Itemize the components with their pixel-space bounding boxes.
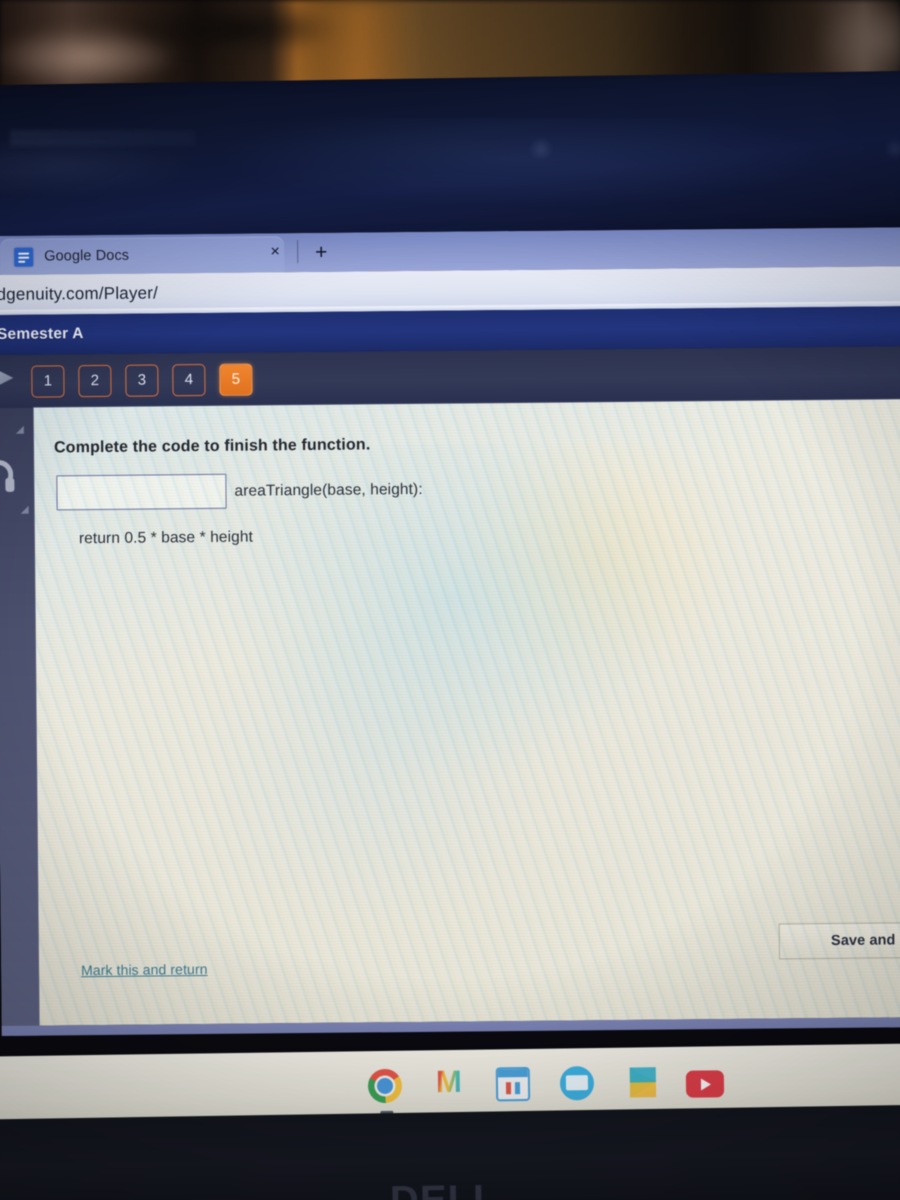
new-tab-button[interactable]: + <box>310 241 332 264</box>
course-title: Semester A <box>0 325 84 343</box>
files-icon[interactable] <box>559 1066 595 1101</box>
bezel-reflection <box>884 138 900 160</box>
question-navigation: 1 2 3 4 5 <box>0 346 900 408</box>
chrome-icon[interactable] <box>367 1068 403 1104</box>
address-bar-url: dgenuity.com/Player/ <box>0 283 159 304</box>
dell-brand-logo: DELL <box>390 1177 499 1200</box>
laptop-screen: Google Docs × + dgenuity.com/Player/ Sem… <box>0 227 900 1036</box>
resize-handle-icon <box>15 425 24 434</box>
question-button-3[interactable]: 3 <box>125 363 159 397</box>
question-button-4[interactable]: 4 <box>172 363 206 396</box>
headphones-icon[interactable] <box>0 459 14 491</box>
resize-handle-icon <box>20 505 29 514</box>
bezel-reflection <box>10 130 195 146</box>
code-body-text: return 0.5 * base * height <box>78 528 254 548</box>
laptop-photo-screenshot: Google Docs × + dgenuity.com/Player/ Sem… <box>0 0 900 1200</box>
question-button-1[interactable]: 1 <box>31 364 65 398</box>
question-button-5[interactable]: 5 <box>219 363 253 396</box>
calendar-icon[interactable] <box>495 1066 531 1102</box>
save-and-exit-button[interactable]: Save and Exit <box>778 921 900 960</box>
browser-tab-title: Google Docs <box>44 247 130 265</box>
answer-input[interactable] <box>56 473 227 511</box>
close-icon[interactable]: × <box>266 243 284 261</box>
mark-this-and-return-link[interactable]: Mark this and return <box>81 961 208 978</box>
gmail-icon[interactable] <box>432 1068 466 1102</box>
shelf-icon-group <box>367 1064 725 1104</box>
browser-tab[interactable]: Google Docs <box>0 236 285 275</box>
question-button-2[interactable]: 2 <box>78 364 112 397</box>
question-prompt: Complete the code to finish the function… <box>53 436 371 457</box>
lesson-content-card: Complete the code to finish the function… <box>33 398 900 1026</box>
code-signature-text: areaTriangle(base, height): <box>234 480 423 500</box>
bezel-reflection <box>528 138 554 160</box>
code-signature-line: areaTriangle(base, height): <box>56 472 423 511</box>
tab-divider <box>297 240 299 264</box>
youtube-icon[interactable] <box>685 1069 725 1098</box>
chevron-right-icon[interactable] <box>0 365 13 391</box>
screen-moire-glow <box>214 439 839 966</box>
google-docs-icon <box>14 247 34 267</box>
play-store-icon[interactable] <box>629 1067 657 1098</box>
